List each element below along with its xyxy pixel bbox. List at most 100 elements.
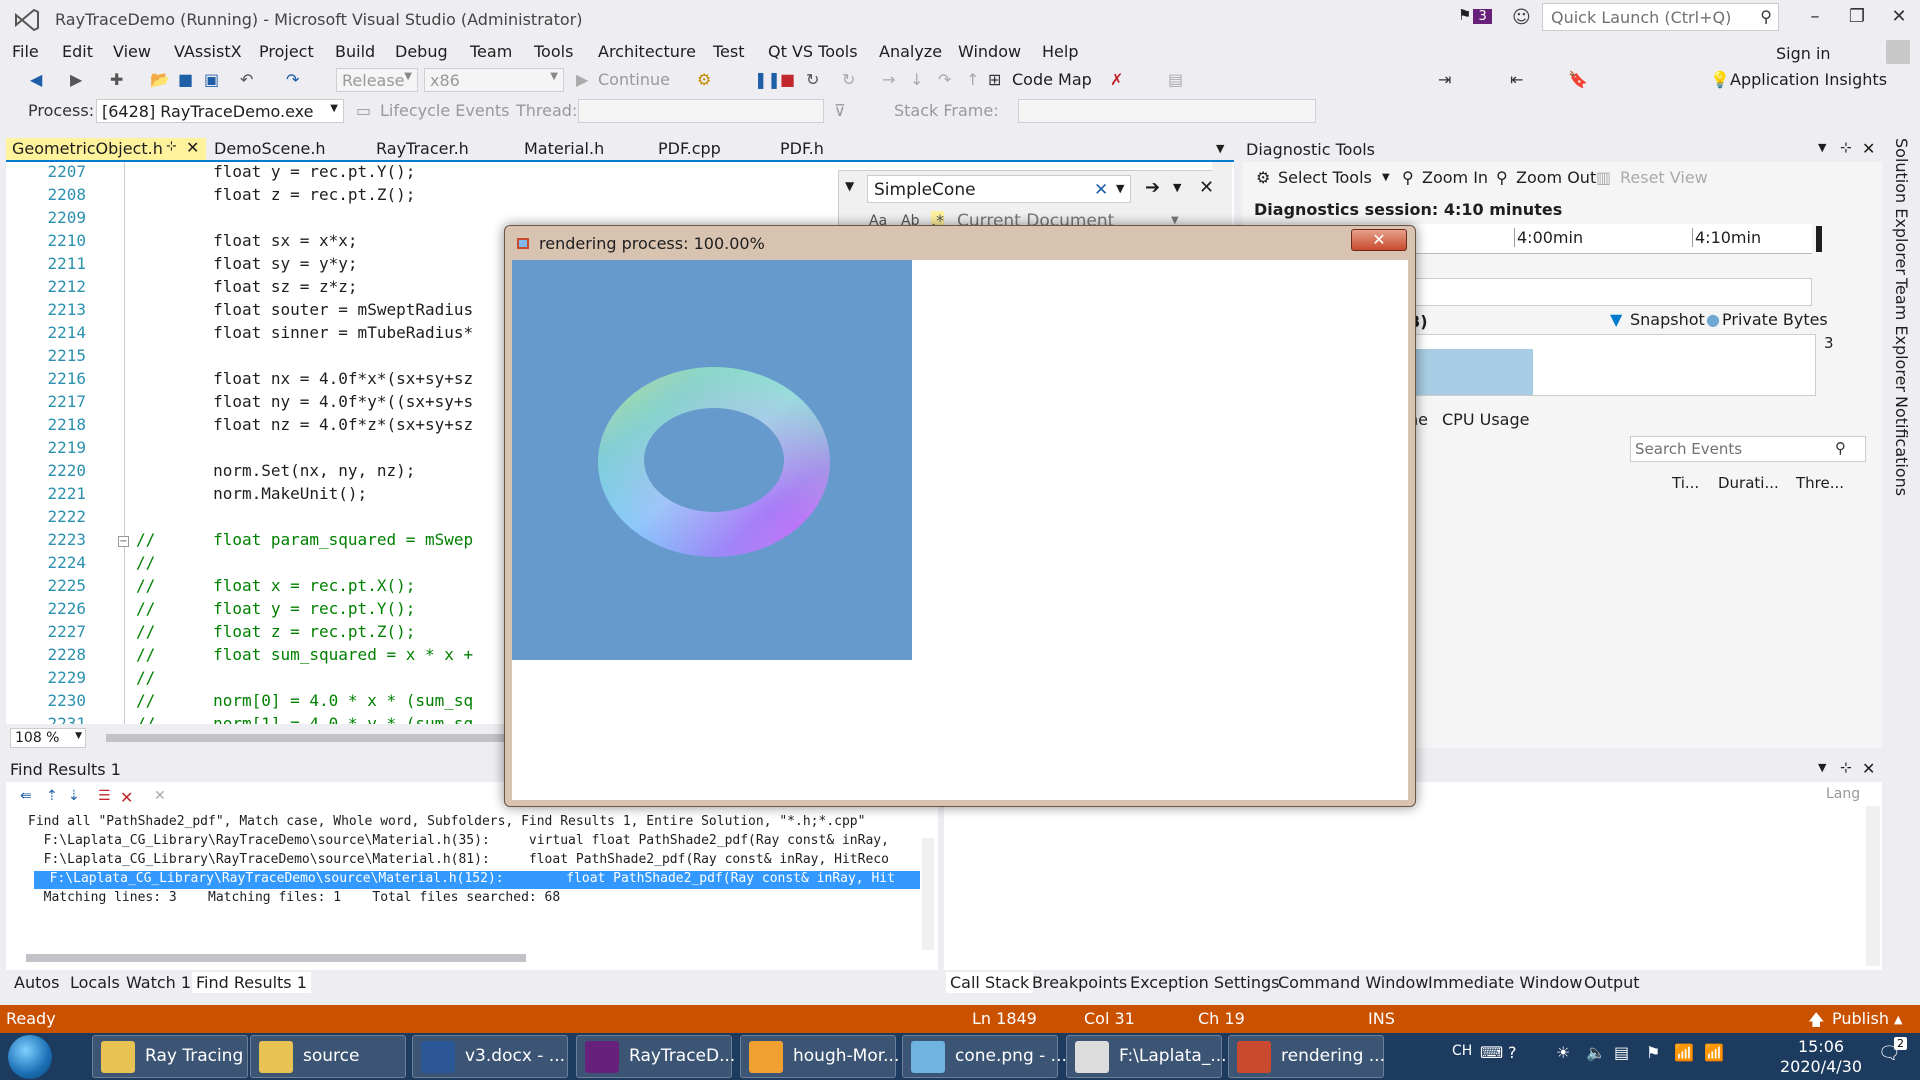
tab-find-results-1[interactable]: Find Results 1	[192, 972, 311, 993]
tab-solution-explorer[interactable]: Solution Explorer	[1892, 138, 1911, 275]
menu-view[interactable]: View	[113, 42, 151, 61]
tab-command-window[interactable]: Command Window	[1274, 972, 1432, 993]
panel-menu-icon[interactable]: ▼	[1818, 141, 1826, 154]
menu-architecture[interactable]: Architecture	[598, 42, 696, 61]
column-time[interactable]: Ti...	[1672, 474, 1699, 492]
taskbar-button[interactable]: source	[250, 1035, 406, 1078]
stop-icon[interactable]: ■	[780, 70, 795, 89]
search-history-icon[interactable]: ▼	[1116, 182, 1124, 195]
menu-team[interactable]: Team	[470, 42, 512, 61]
taskbar-button[interactable]: Ray Tracing	[92, 1035, 248, 1078]
clear-filter-icon[interactable]: ☰	[98, 788, 111, 804]
quick-launch-input[interactable]: Quick Launch (Ctrl+Q) ⚲	[1542, 3, 1779, 31]
minimize-button[interactable]: –	[1800, 6, 1830, 27]
close-icon[interactable]: ✕	[1862, 139, 1875, 158]
menu-vassistx[interactable]: VAssistX	[174, 42, 242, 61]
tab-breakpoints[interactable]: Breakpoints	[1028, 972, 1131, 993]
step-over-icon[interactable]: ↓	[910, 70, 923, 89]
clear-search-icon[interactable]: ✕	[1094, 180, 1108, 200]
tab-demoscene-h[interactable]: DemoScene.h	[208, 138, 332, 160]
undo-icon[interactable]: ↶	[240, 70, 253, 89]
application-insights-button[interactable]: Application Insights	[1730, 70, 1887, 89]
vertical-scrollbar[interactable]	[1866, 806, 1880, 966]
find-result-line[interactable]: F:\Laplata_CG_Library\RayTraceDemo\sourc…	[34, 871, 920, 889]
avatar[interactable]	[1886, 40, 1910, 64]
new-project-icon[interactable]: ✚	[110, 70, 123, 89]
save-all-icon[interactable]: ▣	[204, 70, 219, 89]
stop-find-icon[interactable]: ✕	[154, 788, 166, 804]
tab-call-stack[interactable]: Call Stack	[946, 972, 1034, 993]
previous-result-icon[interactable]: ⇡	[46, 788, 58, 804]
attach-icon[interactable]: ⚙	[697, 70, 711, 89]
tab-cpu-usage[interactable]: CPU Usage	[1442, 410, 1529, 429]
taskbar-button[interactable]: F:\Laplata_...	[1066, 1035, 1227, 1078]
signal-icon[interactable]: 📶	[1704, 1043, 1724, 1062]
tab-material-h[interactable]: Material.h	[518, 138, 610, 160]
menu-debug[interactable]: Debug	[395, 42, 448, 61]
tab-watch-1[interactable]: Watch 1	[122, 972, 195, 993]
flag-icon[interactable]: ⚑	[1646, 1043, 1660, 1062]
tab-immediate-window[interactable]: Immediate Window	[1424, 972, 1586, 993]
process-dropdown[interactable]: [6428] RayTraceDemo.exe ▼	[96, 99, 344, 123]
pin-icon[interactable]: ⊹	[166, 139, 177, 154]
sign-in-link[interactable]: Sign in	[1776, 44, 1831, 63]
tab-autos[interactable]: Autos	[10, 972, 63, 993]
bookmark-icon[interactable]: 🔖	[1568, 70, 1588, 89]
timeline-cursor[interactable]	[1816, 226, 1822, 252]
back-icon[interactable]: ◀	[30, 70, 42, 89]
tab-pdf-cpp[interactable]: PDF.cpp	[652, 138, 727, 160]
step-into-icon[interactable]: →	[882, 70, 895, 89]
tab-geometricobject-h[interactable]: GeometricObject.h ⊹ ✕	[6, 138, 206, 160]
save-icon[interactable]: ■	[178, 70, 193, 89]
search-events-input[interactable]: Search Events ⚲	[1630, 436, 1866, 462]
open-file-icon[interactable]: 📂	[150, 70, 170, 89]
taskbar-button[interactable]: v3.docx - ...	[412, 1035, 568, 1078]
comment-icon[interactable]: ▤	[1168, 70, 1183, 89]
tab-output[interactable]: Output	[1580, 972, 1644, 993]
keyboard-icon[interactable]: ⌨	[1480, 1043, 1503, 1062]
pin-icon[interactable]: ⊹	[1840, 760, 1852, 776]
menu-qt-vs-tools[interactable]: Qt VS Tools	[768, 42, 858, 61]
wifi-icon[interactable]: 📶	[1674, 1043, 1694, 1062]
find-input[interactable]: SimpleCone ✕ ▼	[867, 175, 1131, 203]
column-duration[interactable]: Durati...	[1718, 474, 1779, 492]
lifecycle-events-dropdown[interactable]: Lifecycle Events	[380, 101, 509, 120]
tray-ime[interactable]: CH	[1452, 1043, 1472, 1059]
step-out-icon[interactable]: ↷	[938, 70, 951, 89]
horizontal-scrollbar[interactable]	[106, 734, 506, 742]
taskbar-button[interactable]: rendering ...	[1228, 1035, 1385, 1078]
restore-button[interactable]: ❐	[1842, 6, 1872, 27]
zoom-out-button[interactable]: Zoom Out	[1516, 168, 1596, 187]
show-next-statement-icon[interactable]: ↻	[842, 70, 855, 89]
find-options-icon[interactable]: ▼	[1173, 181, 1181, 194]
close-icon[interactable]: ✕	[186, 138, 199, 157]
filter-icon[interactable]: ⊽	[834, 101, 846, 120]
menu-build[interactable]: Build	[335, 42, 375, 61]
menu-help[interactable]: Help	[1042, 42, 1078, 61]
menu-analyze[interactable]: Analyze	[879, 42, 942, 61]
find-result-line[interactable]: F:\Laplata_CG_Library\RayTraceDemo\sourc…	[28, 833, 889, 851]
menu-test[interactable]: Test	[713, 42, 745, 61]
step-back-icon[interactable]: ↑	[966, 70, 979, 89]
code-map-icon[interactable]: ⊞	[988, 70, 1001, 89]
network-icon[interactable]: ▤	[1614, 1043, 1629, 1062]
horizontal-scrollbar[interactable]	[26, 954, 526, 962]
close-window-button[interactable]: ✕	[1884, 6, 1914, 27]
menu-file[interactable]: File	[12, 42, 39, 61]
exceptions-icon[interactable]: ✗	[1110, 70, 1123, 89]
help-icon[interactable]: ?	[1508, 1043, 1517, 1062]
column-thread[interactable]: Thre...	[1796, 474, 1844, 492]
close-icon[interactable]: ✕	[1862, 759, 1875, 778]
continue-button[interactable]: Continue	[598, 70, 670, 89]
code-map-button[interactable]: Code Map	[1012, 70, 1092, 89]
platform-dropdown[interactable]: x86 ▼	[424, 68, 564, 92]
find-next-icon[interactable]: ➔	[1145, 177, 1160, 198]
configuration-dropdown[interactable]: Release ▼	[336, 68, 418, 92]
restart-icon[interactable]: ↻	[806, 70, 819, 89]
zoom-dropdown[interactable]: 108 % ▼	[10, 728, 86, 748]
redo-icon[interactable]: ↷	[286, 70, 299, 89]
stack-frame-dropdown[interactable]	[1018, 99, 1316, 123]
start-button[interactable]	[8, 1035, 52, 1079]
pin-icon[interactable]: ⊹	[1840, 140, 1852, 156]
next-result-icon[interactable]: ⇣	[68, 788, 80, 804]
